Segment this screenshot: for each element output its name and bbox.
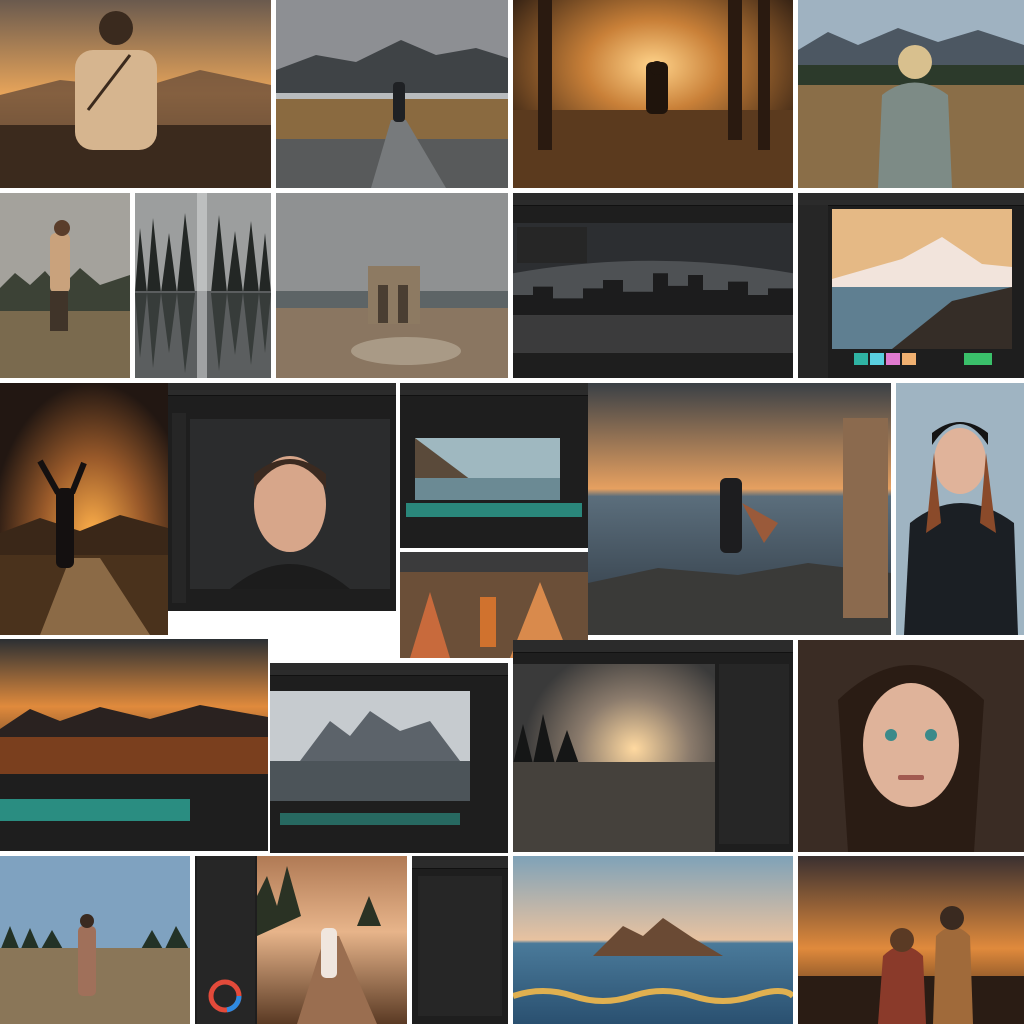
photo-man-field-blue-sky[interactable] <box>0 856 190 1024</box>
video-editor-coast[interactable] <box>400 383 588 548</box>
editor-portrait-young-man[interactable] <box>168 383 396 611</box>
waveform-track[interactable] <box>0 799 190 821</box>
photo-woman-forest-sunset[interactable] <box>513 0 793 188</box>
editor-snow-mountain[interactable] <box>798 193 1024 378</box>
photo-island-rock-sea[interactable] <box>513 856 793 1024</box>
photo-woman-misty-field[interactable] <box>0 193 130 378</box>
editor-city-skyline[interactable] <box>513 193 793 378</box>
editor-layers-panel-dark[interactable] <box>412 856 508 1024</box>
editor-mountain-fjord[interactable] <box>270 663 508 853</box>
photo-woman-beanie[interactable] <box>896 383 1024 635</box>
photo-couple-sunset[interactable] <box>798 856 1024 1024</box>
editor-layer-list[interactable] <box>418 876 502 1016</box>
timeline-track[interactable] <box>280 813 460 825</box>
editor-tools-panel[interactable] <box>798 205 828 378</box>
editor-tools-panel[interactable] <box>172 413 186 603</box>
editor-menu-bar[interactable] <box>513 640 793 653</box>
editor-properties-panel[interactable] <box>719 664 789 844</box>
photo-arms-raised-sunset-road[interactable] <box>0 383 168 635</box>
editor-menu-bar[interactable] <box>412 856 508 869</box>
editor-menu-bar[interactable] <box>400 383 588 396</box>
photo-rocky-shore-sunset[interactable] <box>588 383 891 635</box>
photo-woman-dirt-road[interactable] <box>257 856 407 1024</box>
editor-mountain-lake-timeline[interactable] <box>0 639 268 851</box>
photo-stone-ruin-beach[interactable] <box>276 193 508 378</box>
editor-lake-sunset[interactable] <box>513 640 793 852</box>
photo-woman-hoodie-meadow[interactable] <box>798 0 1024 188</box>
editor-menu-bar[interactable] <box>270 663 508 676</box>
photo-man-sunset[interactable] <box>0 0 271 188</box>
editor-menu-bar[interactable] <box>798 193 1024 206</box>
editor-panel-color-wheel[interactable] <box>195 856 257 1024</box>
editor-menu-bar[interactable] <box>513 193 793 206</box>
editor-layers-panel[interactable] <box>517 227 587 263</box>
photo-forest-lake-reflection[interactable] <box>135 193 271 378</box>
timeline-track[interactable] <box>406 503 582 517</box>
photo-woman-green-eyes[interactable] <box>798 640 1024 852</box>
editor-menu-bar[interactable] <box>168 383 396 396</box>
photo-lone-walker-lake[interactable] <box>276 0 508 188</box>
